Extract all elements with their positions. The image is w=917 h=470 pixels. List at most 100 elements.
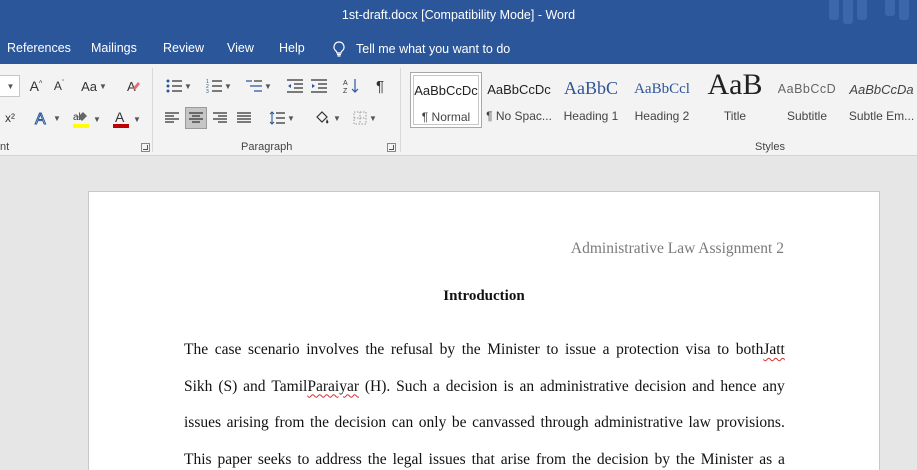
- paragraph-word: arise: [500, 450, 531, 468]
- change-case-button[interactable]: Aa ▼: [79, 76, 109, 96]
- paragraph-word: issues: [184, 414, 222, 431]
- paragraph-word: provisions.: [716, 414, 785, 431]
- paragraph-word: issues: [428, 450, 466, 468]
- numbering-icon[interactable]: 1 2 3 ▼: [202, 76, 236, 96]
- misspelled-word[interactable]: Paraiyar: [307, 378, 359, 395]
- superscript-button[interactable]: x²: [2, 108, 18, 128]
- body-paragraph[interactable]: The case scenario involves the refusal by the Mi…: [184, 332, 785, 470]
- svg-text:A: A: [343, 80, 348, 87]
- font-color-icon[interactable]: A ▼: [108, 108, 144, 130]
- style-subtle-emphasis[interactable]: AaBbCcDa Subtle Em...: [846, 72, 917, 128]
- shading-icon[interactable]: ▼: [310, 108, 344, 128]
- paragraph-word: the: [367, 450, 387, 468]
- paragraph-word: an: [519, 377, 535, 395]
- paragraph-word: refusal: [390, 341, 434, 358]
- page-header[interactable]: Administrative Law Assignment 2: [571, 240, 784, 258]
- paragraph-word: a: [602, 341, 610, 358]
- document-canvas[interactable]: Administrative Law Assignment 2 Introduc…: [0, 157, 917, 470]
- paragraph-word: TamilParaiyar: [271, 377, 359, 395]
- paragraph-word: decision: [334, 414, 387, 431]
- document-page[interactable]: Administrative Law Assignment 2 Introduc…: [88, 191, 880, 470]
- paragraph-word: is: [503, 377, 514, 395]
- svg-text:A: A: [115, 109, 125, 125]
- increase-indent-icon[interactable]: [308, 76, 330, 96]
- paragraph-word: law: [688, 414, 711, 431]
- font-size-dropdown[interactable]: ▼: [0, 75, 20, 97]
- styles-group-label: Styles: [755, 141, 785, 153]
- paragraph-word: the: [365, 341, 385, 358]
- paragraph-word: canvassed: [472, 414, 535, 431]
- paragraph-word: bothJatt: [735, 341, 785, 358]
- paragraph-word: address: [315, 450, 362, 468]
- paragraph-word: a: [433, 377, 440, 395]
- paragraph-word: decision: [445, 377, 498, 395]
- bullets-icon[interactable]: ▼: [162, 76, 196, 96]
- ribbon-tabs: References Mailings Review View Help Tel…: [0, 32, 917, 64]
- shrink-font-icon[interactable]: Aˇ: [49, 76, 69, 96]
- title-bar-decoration: [827, 0, 917, 32]
- paragraph-word: decision: [596, 450, 649, 468]
- justify-icon[interactable]: [234, 108, 254, 128]
- paragraph-line: Sikh (S) and TamilParaiyar (H). Such a decision…: [184, 369, 785, 406]
- svg-text:A: A: [35, 111, 46, 127]
- paragraph-word: any: [762, 377, 785, 395]
- tab-help[interactable]: Help: [279, 41, 305, 55]
- align-center-icon[interactable]: [185, 107, 207, 129]
- paragraph-word: (S): [218, 377, 238, 395]
- paragraph-word: to: [717, 341, 730, 358]
- highlight-color-icon[interactable]: ab▼: [68, 108, 104, 130]
- title-bar: 1st-draft.docx [Compatibility Mode] - Wo…: [0, 0, 917, 32]
- paragraph-word: hence: [720, 377, 757, 395]
- grow-font-icon[interactable]: A^: [26, 76, 46, 96]
- font-dialog-launcher-icon[interactable]: [141, 143, 150, 152]
- paragraph-word: the: [675, 450, 695, 468]
- style-subtitle[interactable]: AaBbCcD Subtitle: [774, 72, 840, 128]
- clear-formatting-icon[interactable]: A: [124, 76, 144, 96]
- decrease-indent-icon[interactable]: [284, 76, 306, 96]
- line-spacing-icon[interactable]: ▼: [266, 108, 298, 128]
- style-heading-1[interactable]: AaBbC Heading 1: [558, 72, 624, 128]
- section-heading[interactable]: Introduction: [89, 288, 879, 305]
- paragraph-word: can: [391, 414, 414, 431]
- paragraph-word: case: [214, 341, 242, 358]
- paragraph-dialog-launcher-icon[interactable]: [387, 143, 396, 152]
- paragraph-word: involves: [306, 341, 359, 358]
- tab-references[interactable]: References: [7, 41, 71, 55]
- paragraph-word: legal: [392, 450, 423, 468]
- paragraph-word: protection: [616, 341, 679, 358]
- show-formatting-marks-icon[interactable]: ¶: [370, 76, 390, 96]
- style-normal[interactable]: AaBbCcDc ¶ Normal: [410, 72, 482, 128]
- paragraph-word: (H).: [364, 377, 391, 395]
- align-right-icon[interactable]: [210, 108, 230, 128]
- paragraph-word: and: [243, 377, 266, 395]
- group-divider: [400, 68, 401, 152]
- style-no-spacing[interactable]: AaBbCcDc ¶ No Spac...: [486, 72, 552, 128]
- style-heading-2[interactable]: AaBbCcl Heading 2: [630, 72, 694, 128]
- multilevel-list-icon[interactable]: ▼: [242, 76, 276, 96]
- sort-icon[interactable]: AZ: [340, 76, 362, 96]
- tell-me-search[interactable]: Tell me what you want to do: [332, 41, 510, 57]
- paragraph-word: by: [439, 341, 456, 358]
- paragraph-word: be: [451, 414, 467, 431]
- tab-view[interactable]: View: [227, 41, 254, 55]
- paragraph-line: issues arising from the decision can only be can…: [184, 405, 785, 442]
- align-left-icon[interactable]: [162, 108, 182, 128]
- tab-review[interactable]: Review: [163, 41, 204, 55]
- misspelled-word[interactable]: Jatt: [763, 341, 785, 358]
- paragraph-word: to: [546, 341, 559, 358]
- borders-icon[interactable]: ▼: [348, 108, 382, 128]
- window-title: 1st-draft.docx [Compatibility Mode] - Wo…: [341, 8, 576, 22]
- style-title[interactable]: AaB Title: [702, 72, 768, 128]
- paragraph-word: to: [297, 450, 310, 468]
- group-divider: [152, 68, 153, 152]
- text-effects-icon[interactable]: A ▼: [32, 108, 62, 128]
- paragraph-word: Minister: [700, 450, 754, 468]
- paragraph-word: seeks: [257, 450, 292, 468]
- paragraph-word: from: [535, 450, 567, 468]
- paragraph-word: This: [184, 450, 212, 468]
- paragraph-word: scenario: [247, 341, 300, 358]
- paragraph-word: paper: [217, 450, 252, 468]
- paragraph-word: the: [310, 414, 329, 431]
- tab-mailings[interactable]: Mailings: [91, 41, 137, 55]
- paragraph-word: visa: [685, 341, 711, 358]
